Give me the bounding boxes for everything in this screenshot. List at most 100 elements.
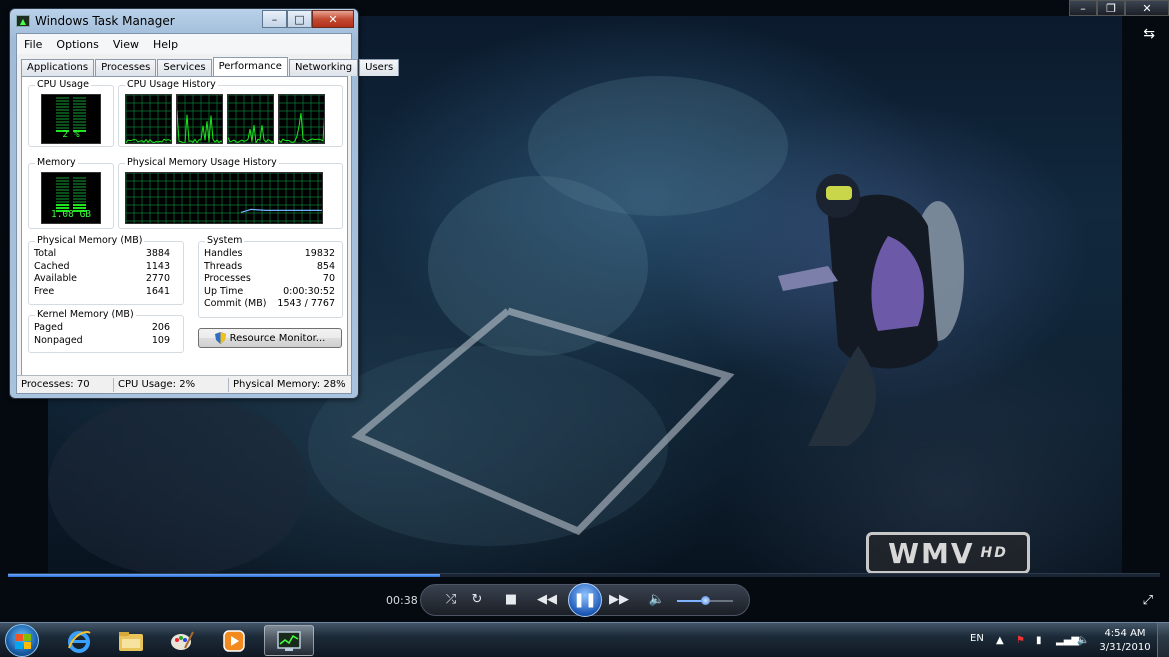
tab-services[interactable]: Services [157,59,212,76]
player-minimize-button[interactable]: – [1069,0,1097,16]
show-hidden-icons-icon[interactable]: ▲ [996,635,1004,646]
table-row: Total 3884 [34,248,170,261]
previous-icon[interactable]: ◀◀ [537,592,557,607]
paint-icon[interactable] [157,625,207,656]
clock-date: 3/31/2010 [1099,642,1151,653]
cpu-history-core-1 [125,94,172,144]
switch-to-library-icon[interactable]: ⇆ [1143,26,1155,42]
meter-segment [73,201,86,203]
meter-segment [73,103,86,105]
seek-bar[interactable] [8,573,1160,577]
meter-segment [73,109,86,111]
menu-help[interactable]: Help [146,38,185,51]
row-value: 854 [316,260,335,272]
meter-segment [73,118,86,120]
memory-label: Memory [35,157,78,168]
show-desktop-button[interactable] [1157,623,1169,657]
memory-meter: 1.08 GB [41,172,101,224]
table-row: Handles 19832 [204,248,335,261]
task-manager-titlebar[interactable]: ▲ Windows Task Manager – □ ✕ [10,9,358,33]
meter-segment [56,192,69,194]
resource-monitor-button[interactable]: Resource Monitor... [198,328,342,348]
table-row: Nonpaged 109 [34,335,170,348]
action-center-icon[interactable]: ⚑ [1016,635,1025,646]
volume-slider[interactable] [677,596,733,605]
shuffle-icon[interactable]: ⤮ [441,592,461,607]
row-label: Handles [204,248,243,259]
row-value: 19832 [304,248,335,259]
player-restore-button[interactable]: ❐ [1097,0,1125,16]
internet-explorer-icon[interactable] [54,625,104,656]
row-label: Threads [204,260,243,272]
minimize-button[interactable]: – [262,10,287,28]
pause-icon: ❚❚ [573,592,597,608]
tab-strip: Applications Processes Services Performa… [21,56,400,77]
speaker-icon[interactable]: 🔈 [1077,635,1089,646]
windows-media-player-icon[interactable] [209,625,259,656]
close-button[interactable]: ✕ [312,10,354,28]
menu-file[interactable]: File [17,38,49,51]
meter-segment [73,121,86,123]
meter-segment [73,183,86,185]
next-icon[interactable]: ▶▶ [609,592,629,607]
tab-users[interactable]: Users [359,59,400,76]
table-row: Processes 70 [204,273,335,286]
stop-icon[interactable]: ■ [501,592,521,607]
row-value: 70 [322,273,335,284]
power-icon[interactable]: ▮ [1036,635,1042,646]
menu-options[interactable]: Options [49,38,105,51]
window-caption-buttons: – □ ✕ [262,10,354,28]
repeat-icon[interactable]: ↻ [467,592,487,607]
meter-segment [56,189,69,191]
row-label: Commit (MB) [204,298,267,309]
table-row: Commit (MB) 1543 / 7767 [204,298,335,311]
meter-segment [56,118,69,120]
language-indicator[interactable]: EN [970,633,984,644]
meter-segment [56,183,69,185]
row-value: 1543 / 7767 [277,298,335,309]
task-manager-taskbar-button[interactable] [264,625,314,656]
windows-explorer-icon[interactable] [106,625,156,656]
meter-segment [56,112,69,114]
performance-panel: CPU Usage 2 % CPU Usage History Memory 1… [21,76,348,376]
row-label: Nonpaged [34,334,83,346]
cpu-history-core-3 [227,94,274,144]
kernel-memory-table: Paged 206 Nonpaged 109 [34,322,170,347]
memory-value: 1.08 GB [50,209,92,220]
tab-applications[interactable]: Applications [21,59,95,76]
start-button[interactable] [5,624,39,657]
fullscreen-icon[interactable]: ⤢ [1143,593,1153,608]
task-manager-client: File Options View Help Applications Proc… [16,33,400,394]
cpu-usage-label: CPU Usage [35,79,91,90]
memory-group: Memory 1.08 GB [28,157,114,229]
network-signal-icon[interactable]: ▂▄▆ [1056,635,1079,646]
tab-processes[interactable]: Processes [95,59,157,76]
pause-button[interactable]: ❚❚ [568,583,602,617]
meter-segment [73,106,86,108]
cpu-meter-bars [56,97,86,132]
meter-segment [56,198,69,200]
tab-performance[interactable]: Performance [212,57,288,77]
meter-segment [56,100,69,102]
volume-knob[interactable] [701,596,710,605]
player-close-button[interactable]: ✕ [1125,0,1169,16]
tab-networking[interactable]: Networking [288,59,359,76]
volume-icon[interactable]: 🔈 [647,592,667,607]
table-row: Threads 854 [204,261,335,274]
watermark-badge: HD [980,545,1008,561]
meter-segment [73,100,86,102]
row-label: Processes [204,273,251,284]
menu-view[interactable]: View [106,38,146,51]
table-row: Up Time 0:00:30:52 [204,286,335,299]
row-label: Free [34,285,55,297]
row-label: Available [34,273,78,284]
cpu-history-label: CPU Usage History [125,79,218,90]
menu-bar: File Options View Help [17,34,351,54]
maximize-button[interactable]: □ [287,10,312,28]
player-window-controls: – ❐ ✕ [1069,0,1169,16]
system-clock[interactable]: 4:54 AM 3/31/2010 [1098,627,1152,655]
row-value: 2770 [145,273,170,284]
meter-segment [73,195,86,197]
row-value: 1641 [145,285,170,297]
window-title: Windows Task Manager [35,14,175,28]
